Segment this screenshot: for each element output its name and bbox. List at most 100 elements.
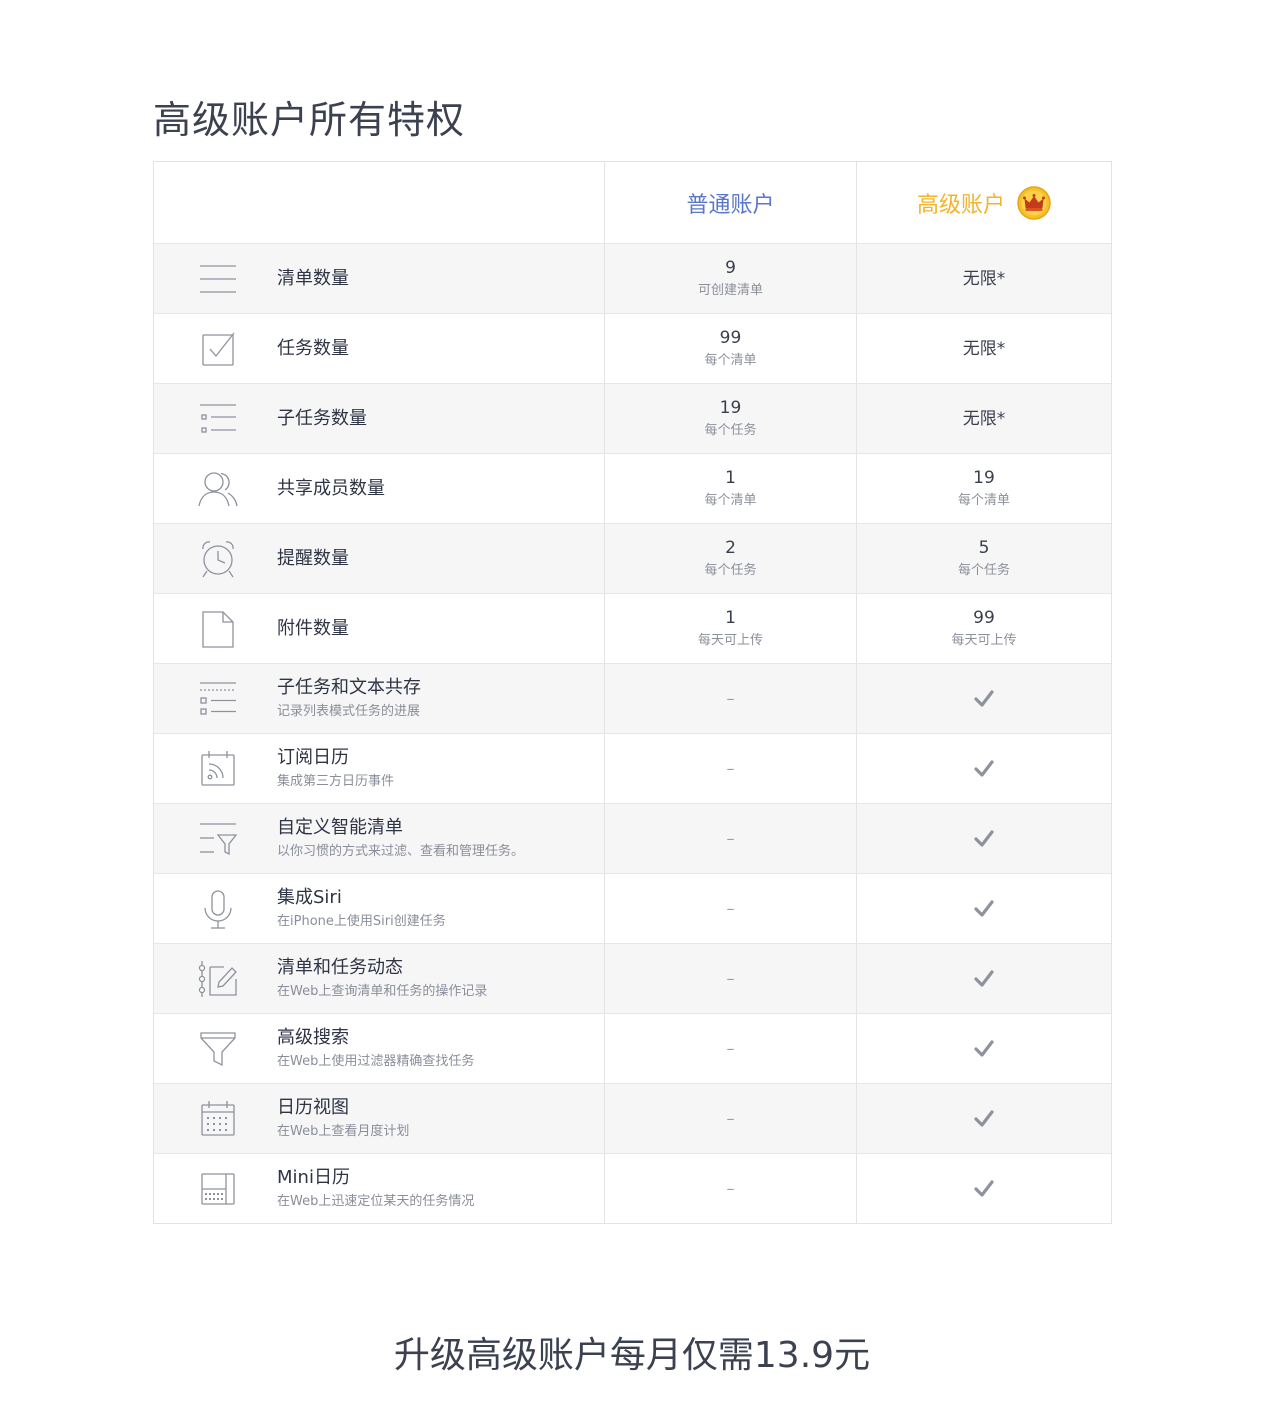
feature-description: 在Web上查询清单和任务的操作记录: [277, 983, 488, 999]
basic-value-cell: –: [605, 804, 857, 873]
feature-text: 子任务和文本共存 记录列表模式任务的进展: [277, 676, 421, 722]
basic-value-cell: –: [605, 874, 857, 943]
checkbox-icon: [196, 327, 240, 371]
feature-cell: 日历视图 在Web上查看月度计划: [154, 1084, 605, 1153]
feature-name: Mini日历: [277, 1166, 350, 1188]
list-lines-icon: [196, 257, 240, 301]
basic-value-unit: 每个任务: [704, 422, 757, 438]
premium-value: 19: [973, 467, 995, 488]
feature-name: 清单和任务动态: [277, 956, 403, 978]
table-row: 共享成员数量 1 每个清单 19 每个清单: [154, 453, 1111, 523]
header-feature-cell: [154, 162, 605, 243]
not-available-dash: –: [726, 968, 735, 988]
feature-text: 提醒数量: [277, 547, 349, 571]
feature-cell: 集成Siri 在iPhone上使用Siri创建任务: [154, 874, 605, 943]
basic-value-cell: 1 每个清单: [605, 454, 857, 523]
feature-description: 在iPhone上使用Siri创建任务: [277, 913, 446, 929]
premium-value-cell: [857, 874, 1111, 943]
feature-name: 提醒数量: [277, 547, 349, 569]
not-available-dash: –: [726, 828, 735, 848]
table-row: 清单数量 9 可创建清单 无限*: [154, 243, 1111, 313]
feature-name: 高级搜索: [277, 1026, 349, 1048]
basic-value-cell: 9 可创建清单: [605, 244, 857, 313]
feature-text: 清单和任务动态 在Web上查询清单和任务的操作记录: [277, 956, 487, 1002]
table-row: 清单和任务动态 在Web上查询清单和任务的操作记录 –: [154, 943, 1111, 1013]
basic-value: 1: [725, 607, 736, 628]
premium-value-cell: [857, 944, 1111, 1013]
feature-comparison-table: 普通账户 高级账户 清单数量 9 可创建清单 无限* 任务数量 99 每个清单 …: [153, 161, 1112, 1224]
feature-cell: 共享成员数量: [154, 454, 605, 523]
table-row: 日历视图 在Web上查看月度计划 –: [154, 1083, 1111, 1153]
members-icon: [196, 467, 240, 511]
feature-name: 子任务和文本共存: [277, 676, 421, 698]
feature-text: 附件数量: [277, 617, 349, 641]
basic-account-heading: 普通账户: [686, 192, 775, 218]
basic-value-cell: –: [605, 1014, 857, 1083]
feature-cell: 订阅日历 集成第三方日历事件: [154, 734, 605, 803]
table-header-row: 普通账户 高级账户: [154, 162, 1111, 243]
feature-description: 集成第三方日历事件: [277, 773, 395, 789]
feature-cell: 提醒数量: [154, 524, 605, 593]
feature-description: 在Web上使用过滤器精确查找任务: [277, 1053, 475, 1069]
not-available-dash: –: [726, 898, 735, 918]
microphone-icon: [196, 887, 240, 931]
basic-value-unit: 每个清单: [704, 492, 757, 508]
basic-value-cell: –: [605, 1084, 857, 1153]
basic-value-unit: 每个任务: [704, 562, 757, 578]
premium-value-cell: 无限*: [857, 384, 1111, 453]
premium-value-cell: 99 每天可上传: [857, 594, 1111, 663]
feature-text: 集成Siri 在iPhone上使用Siri创建任务: [277, 886, 446, 932]
premium-value: 无限*: [962, 338, 1006, 359]
subtask-list-icon: [196, 397, 240, 441]
checkmark-icon: [973, 1178, 995, 1200]
basic-value-cell: –: [605, 944, 857, 1013]
checkmark-icon: [973, 688, 995, 710]
not-available-dash: –: [726, 1108, 735, 1128]
header-premium-cell: 高级账户: [857, 162, 1111, 243]
premium-value-cell: [857, 1014, 1111, 1083]
feature-name: 订阅日历: [277, 746, 349, 768]
table-row: 任务数量 99 每个清单 无限*: [154, 313, 1111, 383]
activity-edit-icon: [196, 957, 240, 1001]
feature-description: 在Web上查看月度计划: [277, 1123, 410, 1139]
basic-value: 19: [719, 397, 742, 418]
feature-description: 在Web上迅速定位某天的任务情况: [277, 1193, 475, 1209]
header-basic-cell: 普通账户: [605, 162, 857, 243]
premium-value-cell: [857, 734, 1111, 803]
basic-value-cell: –: [605, 1154, 857, 1223]
premium-value-unit: 每个任务: [957, 562, 1010, 578]
checkmark-icon: [973, 1038, 995, 1060]
file-icon: [196, 607, 240, 651]
feature-text: 订阅日历 集成第三方日历事件: [277, 746, 394, 792]
premium-value-cell: [857, 664, 1111, 733]
feature-cell: 子任务数量: [154, 384, 605, 453]
not-available-dash: –: [726, 688, 735, 708]
feature-cell: 子任务和文本共存 记录列表模式任务的进展: [154, 664, 605, 733]
basic-value-cell: –: [605, 664, 857, 733]
calendar-feed-icon: [196, 747, 240, 791]
premium-account-heading: 高级账户: [916, 192, 1005, 218]
not-available-dash: –: [726, 1038, 735, 1058]
feature-cell: 自定义智能清单 以你习惯的方式来过滤、查看和管理任务。: [154, 804, 605, 873]
premium-value-cell: 5 每个任务: [857, 524, 1111, 593]
basic-value-cell: 99 每个清单: [605, 314, 857, 383]
table-row: 附件数量 1 每天可上传 99 每天可上传: [154, 593, 1111, 663]
feature-cell: 高级搜索 在Web上使用过滤器精确查找任务: [154, 1014, 605, 1083]
feature-name: 附件数量: [277, 617, 349, 639]
feature-text: 清单数量: [277, 267, 349, 291]
premium-value: 无限*: [962, 408, 1006, 429]
feature-text: 任务数量: [277, 337, 349, 361]
table-row: 订阅日历 集成第三方日历事件 –: [154, 733, 1111, 803]
basic-value-unit: 每天可上传: [697, 632, 763, 648]
feature-name: 集成Siri: [277, 886, 342, 908]
feature-description: 记录列表模式任务的进展: [277, 703, 421, 719]
text-subtask-icon: [196, 677, 240, 721]
table-row: 集成Siri 在iPhone上使用Siri创建任务 –: [154, 873, 1111, 943]
premium-heading-group: 高级账户: [916, 185, 1051, 220]
feature-text: Mini日历 在Web上迅速定位某天的任务情况: [277, 1166, 474, 1212]
checkmark-icon: [973, 968, 995, 990]
premium-value-cell: [857, 1154, 1111, 1223]
basic-value-unit: 可创建清单: [697, 282, 763, 298]
not-available-dash: –: [726, 758, 735, 778]
feature-description: 以你习惯的方式来过滤、查看和管理任务。: [277, 843, 525, 859]
